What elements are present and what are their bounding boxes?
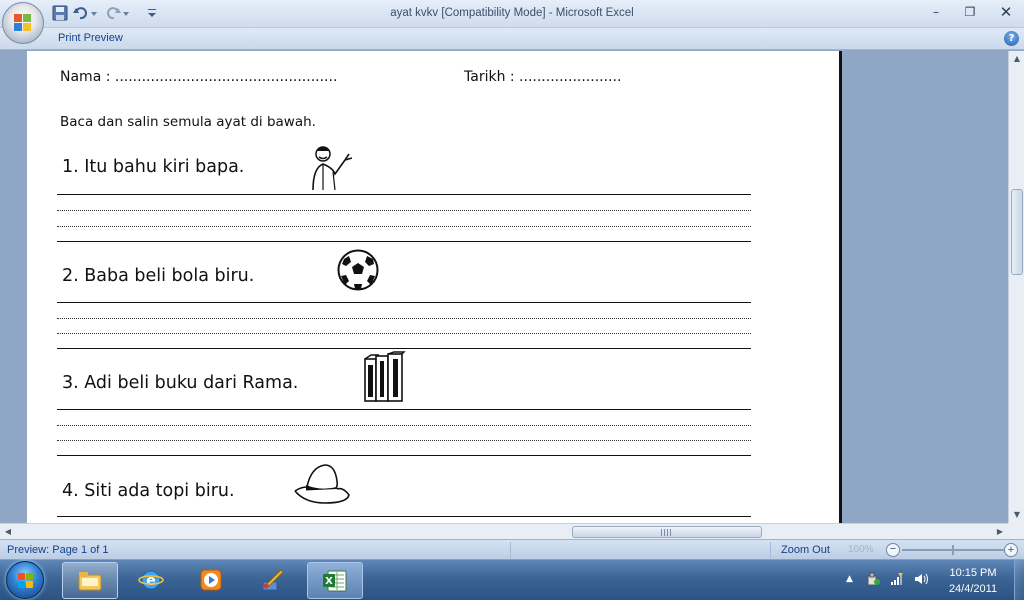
folder-icon — [78, 572, 102, 591]
internet-explorer-icon: e — [138, 570, 164, 590]
preview-page-status: Preview: Page 1 of 1 — [7, 544, 109, 556]
sentence-4: 4. Siti ada topi biru. — [62, 481, 235, 501]
horizontal-scroll-thumb[interactable] — [572, 526, 762, 538]
minimize-button[interactable]: – — [924, 3, 948, 21]
windows-logo-icon — [18, 573, 34, 589]
writing-line — [57, 516, 751, 517]
show-desktop-button[interactable] — [1014, 560, 1024, 600]
print-preview-area: Nama : .................................… — [0, 51, 1008, 523]
writing-line — [57, 226, 751, 227]
excel-icon: X — [323, 570, 347, 592]
scroll-right-icon[interactable]: ▶ — [992, 524, 1008, 540]
title-bar: ayat kvkv [Compatibility Mode] - Microso… — [0, 0, 1024, 28]
scroll-down-icon[interactable]: ▼ — [1009, 507, 1024, 523]
vertical-scrollbar[interactable]: ▲ ▼ — [1008, 51, 1024, 523]
safely-remove-hardware-icon[interactable] — [866, 572, 880, 586]
writing-line — [57, 241, 751, 242]
writing-line — [57, 302, 751, 303]
taskbar-excel[interactable]: X — [307, 562, 363, 599]
scroll-left-icon[interactable]: ◀ — [0, 524, 16, 540]
writing-line — [57, 348, 751, 349]
start-button[interactable] — [6, 561, 44, 599]
writing-line — [57, 455, 751, 456]
media-player-icon — [200, 569, 222, 591]
sentence-3: 3. Adi beli buku dari Rama. — [62, 373, 299, 393]
writing-line — [57, 194, 751, 195]
scroll-grip-icon — [661, 529, 673, 536]
taskbar: e X ▲ 10:15 PM 24/4/2011 — [0, 559, 1024, 600]
preview-page: Nama : .................................… — [27, 51, 842, 523]
volume-icon[interactable] — [914, 572, 928, 586]
svg-text:X: X — [325, 576, 333, 587]
office-button[interactable] — [2, 2, 44, 44]
scroll-up-icon[interactable]: ▲ — [1009, 51, 1024, 67]
zoom-plus-button[interactable]: + — [1004, 543, 1018, 557]
soccer-ball-icon — [337, 249, 379, 291]
taskbar-media-player[interactable] — [184, 562, 240, 599]
writing-line — [57, 318, 751, 319]
name-field-label: Nama : .................................… — [60, 69, 338, 85]
sentence-2: 2. Baba beli bola biru. — [62, 266, 255, 286]
horizontal-scrollbar[interactable]: ◀ ▶ — [0, 523, 1008, 539]
help-icon[interactable]: ? — [1004, 31, 1019, 46]
office-logo-icon — [14, 14, 32, 32]
taskbar-internet-explorer[interactable]: e — [124, 562, 180, 599]
tab-print-preview[interactable]: Print Preview — [58, 32, 123, 44]
taskbar-windows-explorer[interactable] — [62, 562, 118, 599]
status-bar: Preview: Page 1 of 1 Zoom Out 100% − + — [0, 539, 1024, 559]
status-divider — [510, 542, 511, 558]
paint-tool-icon — [262, 569, 284, 591]
clock-time[interactable]: 10:15 PM — [938, 567, 1008, 579]
zoom-minus-button[interactable]: − — [886, 543, 900, 557]
books-icon — [364, 351, 406, 402]
zoom-out-label[interactable]: Zoom Out — [781, 544, 830, 556]
hat-icon — [294, 464, 350, 504]
ribbon-tab-bar: Print Preview ? — [0, 28, 1024, 50]
writing-line — [57, 210, 751, 211]
vertical-scroll-thumb[interactable] — [1011, 189, 1023, 275]
show-hidden-icons-icon[interactable]: ▲ — [846, 574, 853, 584]
close-button[interactable]: ✕ — [994, 3, 1018, 21]
status-divider — [770, 542, 771, 558]
writing-line — [57, 425, 751, 426]
sentence-1: 1. Itu bahu kiri bapa. — [62, 157, 245, 177]
network-signal-icon[interactable] — [890, 572, 904, 586]
date-field-label: Tarikh : ....................... — [464, 69, 622, 85]
writing-line — [57, 440, 751, 441]
clock-date[interactable]: 24/4/2011 — [938, 583, 1008, 595]
writing-line — [57, 409, 751, 410]
scrollbar-corner — [1008, 523, 1024, 539]
zoom-slider-mark — [952, 545, 954, 555]
taskbar-paint-tool[interactable] — [245, 562, 301, 599]
window-title: ayat kvkv [Compatibility Mode] - Microso… — [390, 7, 634, 19]
zoom-level[interactable]: 100% — [848, 544, 874, 555]
writing-line — [57, 333, 751, 334]
maximize-button[interactable]: ❐ — [958, 3, 982, 21]
instruction-text: Baca dan salin semula ayat di bawah. — [60, 114, 316, 130]
man-pointing-shoulder-icon — [312, 146, 353, 191]
